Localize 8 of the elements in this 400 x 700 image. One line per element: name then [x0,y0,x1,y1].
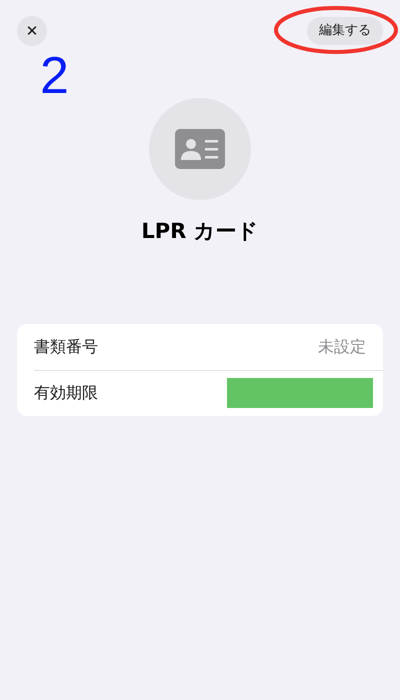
field-label: 有効期限 [34,382,98,404]
document-title: LPR カード [141,218,259,245]
edit-button[interactable]: 編集する [307,17,383,45]
field-label: 書類番号 [34,336,98,358]
step-number: 2 [40,50,69,102]
id-card-icon [175,129,225,169]
field-value: 未設定 [318,336,367,358]
close-button[interactable]: ✕ [17,16,47,46]
